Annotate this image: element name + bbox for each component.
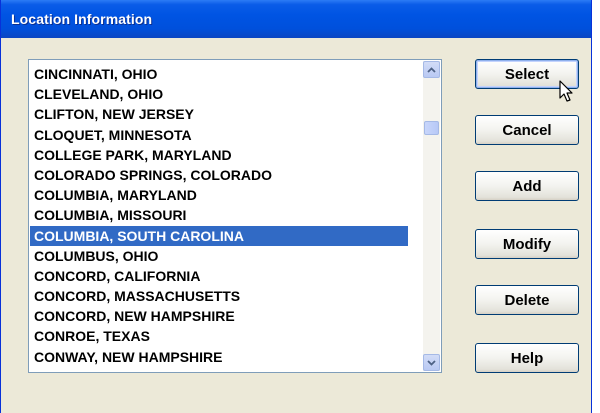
location-information-dialog: Location Information CINCINNATI, OHIO CLE… [0, 0, 592, 413]
list-item[interactable]: COLORADO SPRINGS, COLORADO [30, 165, 408, 185]
help-button[interactable]: Help [475, 343, 579, 373]
list-item[interactable]: CLOQUET, MINNESOTA [30, 125, 408, 145]
list-item[interactable]: COLLEGE PARK, MARYLAND [30, 145, 408, 165]
scroll-down-button[interactable] [423, 354, 440, 371]
list-item[interactable]: COLUMBUS, OHIO [30, 246, 408, 266]
title-bar[interactable]: Location Information [1, 0, 591, 38]
modify-button[interactable]: Modify [475, 229, 579, 259]
add-button[interactable]: Add [475, 171, 579, 201]
list-item[interactable]: CONWAY, NEW HAMPSHIRE [30, 347, 408, 367]
list-item[interactable]: CINCINNATI, OHIO [30, 64, 408, 84]
cancel-button[interactable]: Cancel [475, 115, 579, 145]
list-item[interactable]: CLIFTON, NEW JERSEY [30, 104, 408, 124]
vertical-scrollbar[interactable] [423, 61, 440, 371]
list-item[interactable]: COLUMBIA, MARYLAND [30, 185, 408, 205]
mouse-pointer-icon [559, 80, 573, 102]
scroll-thumb[interactable] [424, 121, 439, 135]
list-item[interactable]: CONCORD, CALIFORNIA [30, 266, 408, 286]
list-item[interactable]: CONCORD, MASSACHUSETTS [30, 286, 408, 306]
list-item[interactable]: CLEVELAND, OHIO [30, 84, 408, 104]
location-listbox[interactable]: CINCINNATI, OHIO CLEVELAND, OHIO CLIFTON, … [28, 59, 442, 373]
list-item[interactable]: CONCORD, NEW HAMPSHIRE [30, 306, 408, 326]
list-item-selected[interactable]: COLUMBIA, SOUTH CAROLINA [30, 225, 408, 246]
window-title: Location Information [11, 11, 153, 27]
scroll-up-arrow-icon [427, 66, 436, 73]
scroll-up-button[interactable] [423, 61, 440, 78]
delete-button[interactable]: Delete [475, 285, 579, 315]
scroll-down-arrow-icon [427, 359, 436, 366]
location-list: CINCINNATI, OHIO CLEVELAND, OHIO CLIFTON, … [30, 64, 408, 367]
list-item[interactable]: CONROE, TEXAS [30, 326, 408, 346]
list-item[interactable]: COLUMBIA, MISSOURI [30, 205, 408, 225]
